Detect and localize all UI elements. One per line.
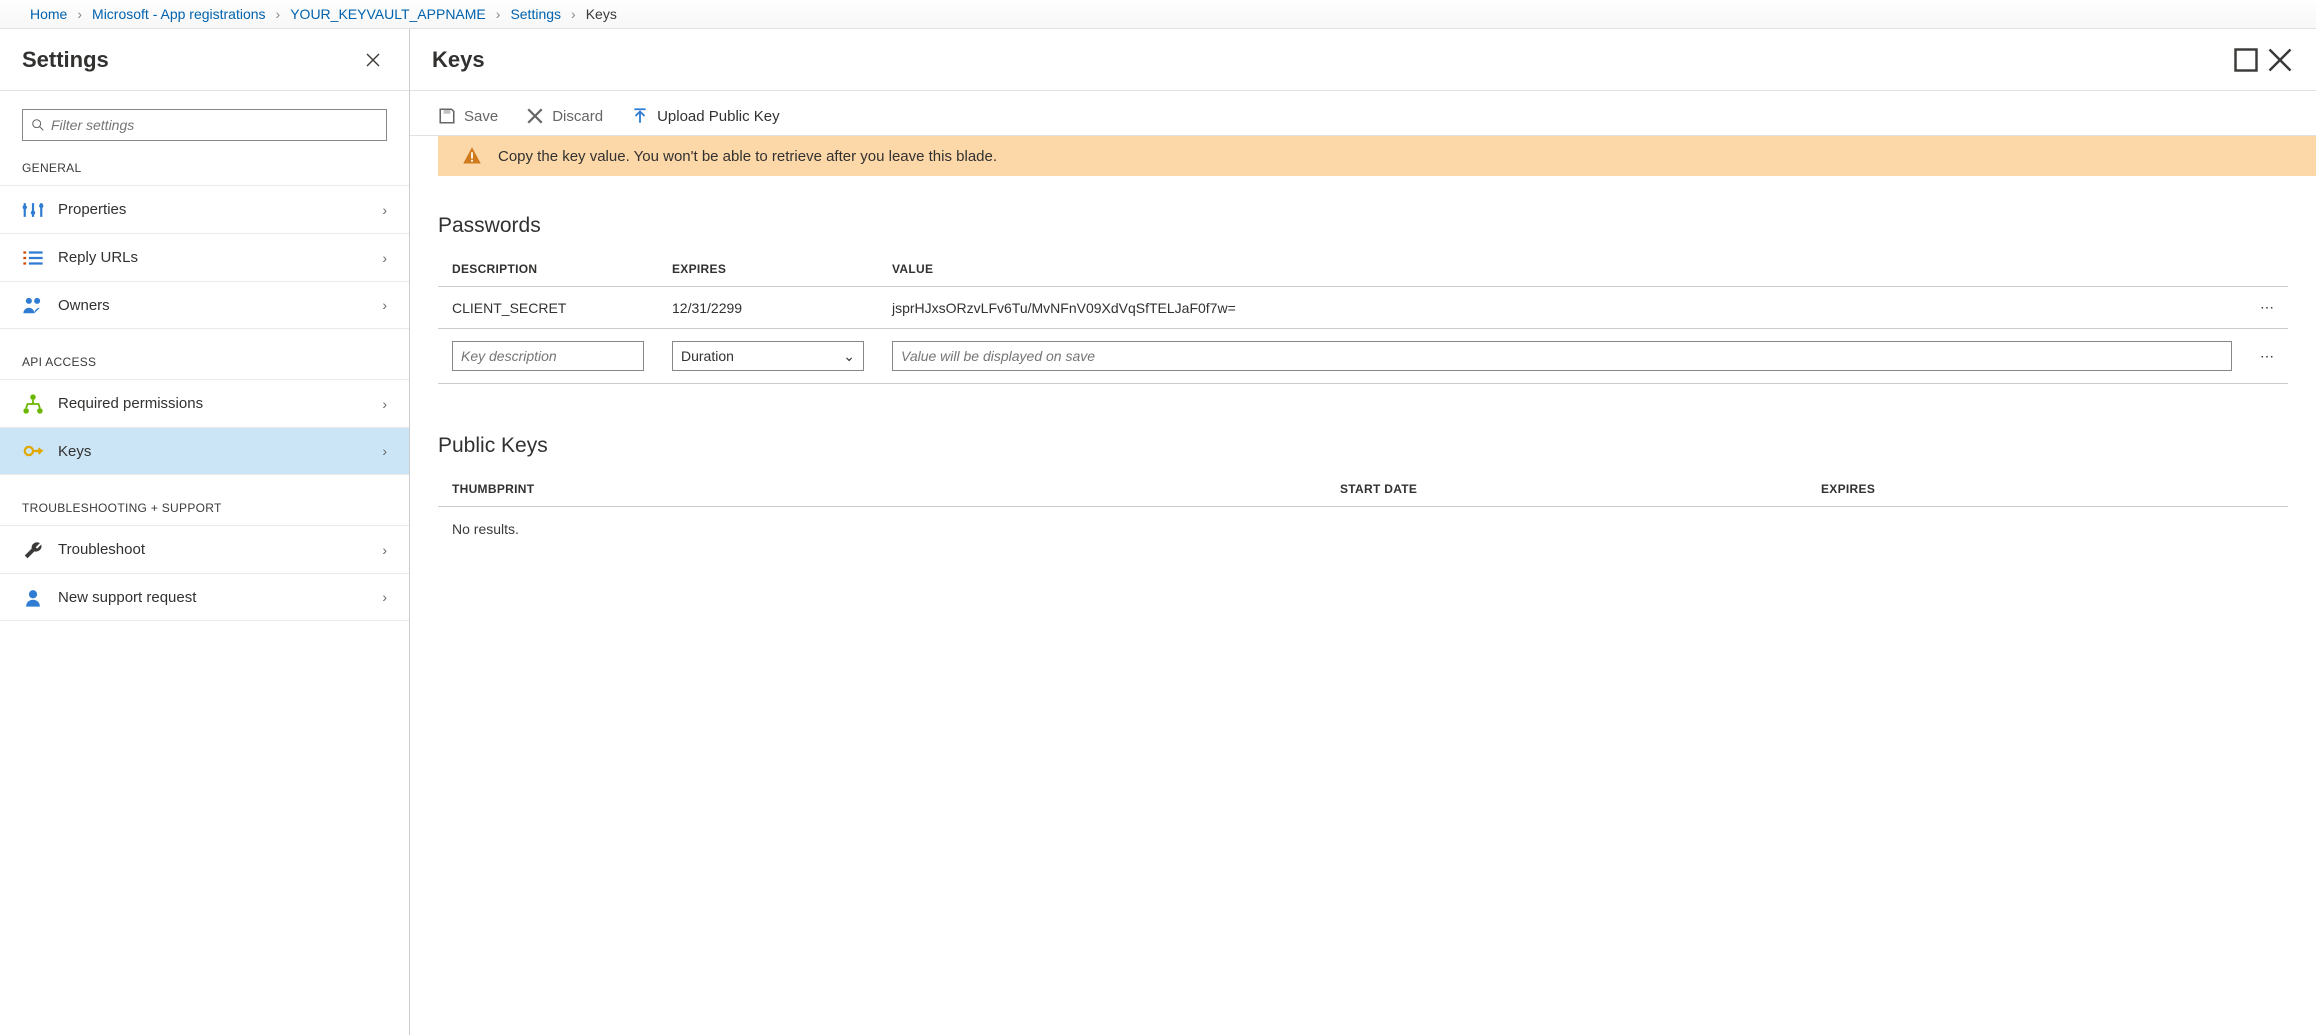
- row-menu-button[interactable]: ⋯: [2246, 329, 2288, 384]
- sliders-icon: [22, 199, 44, 221]
- passwords-table: DESCRIPTION EXPIRES VALUE CLIENT_SECRET …: [438, 252, 2288, 384]
- chevron-right-icon: ›: [382, 443, 387, 459]
- keys-blade: Keys Save Discard Upload Public Key: [410, 29, 2316, 1035]
- breadcrumb-home[interactable]: Home: [30, 6, 67, 22]
- nav-properties[interactable]: Properties ›: [0, 185, 409, 233]
- new-key-duration-select[interactable]: Duration ⌄: [672, 341, 864, 371]
- section-api-access: API ACCESS: [0, 355, 409, 379]
- warning-banner: Copy the key value. You won't be able to…: [438, 136, 2316, 176]
- col-expires: EXPIRES: [1807, 472, 2288, 507]
- ellipsis-icon: ⋯: [2260, 348, 2274, 364]
- chevron-right-icon: ›: [77, 6, 82, 22]
- close-icon[interactable]: [359, 46, 387, 74]
- command-bar: Save Discard Upload Public Key: [410, 91, 2316, 136]
- chevron-right-icon: ›: [276, 6, 281, 22]
- section-general: GENERAL: [0, 161, 409, 185]
- chevron-right-icon: ›: [382, 542, 387, 558]
- search-icon: [31, 118, 45, 132]
- public-keys-table: THUMBPRINT START DATE EXPIRES No results…: [438, 472, 2288, 549]
- nav-properties-label: Properties: [58, 201, 382, 218]
- chevron-right-icon: ›: [496, 6, 501, 22]
- ellipsis-icon: ⋯: [2260, 299, 2274, 315]
- nav-required-permissions-label: Required permissions: [58, 395, 382, 412]
- passwords-new-row: Duration ⌄ ⋯: [438, 329, 2288, 384]
- discard-label: Discard: [552, 108, 603, 125]
- maximize-icon[interactable]: [2232, 46, 2260, 74]
- chevron-right-icon: ›: [382, 297, 387, 313]
- save-button[interactable]: Save: [438, 107, 498, 125]
- discard-button[interactable]: Discard: [526, 107, 603, 125]
- people-icon: [22, 294, 44, 316]
- close-icon[interactable]: [2266, 46, 2294, 74]
- save-icon: [438, 107, 456, 125]
- filter-settings-input[interactable]: [51, 117, 378, 133]
- row-description: CLIENT_SECRET: [438, 287, 658, 329]
- nav-reply-urls[interactable]: Reply URLs ›: [0, 233, 409, 281]
- passwords-heading: Passwords: [438, 214, 2288, 238]
- nav-keys[interactable]: Keys ›: [0, 427, 409, 475]
- nav-new-support-request-label: New support request: [58, 589, 382, 606]
- public-keys-heading: Public Keys: [438, 434, 2288, 458]
- hierarchy-icon: [22, 393, 44, 415]
- col-value: VALUE: [878, 252, 2246, 287]
- breadcrumb-keys: Keys: [586, 6, 617, 22]
- warning-icon: [462, 146, 482, 166]
- breadcrumb-app[interactable]: YOUR_KEYVAULT_APPNAME: [290, 6, 486, 22]
- chevron-right-icon: ›: [382, 396, 387, 412]
- public-keys-no-results: No results.: [438, 507, 2288, 550]
- nav-owners[interactable]: Owners ›: [0, 281, 409, 329]
- chevron-right-icon: ›: [382, 589, 387, 605]
- col-expires: EXPIRES: [658, 252, 878, 287]
- new-key-value-input: [892, 341, 2232, 371]
- nav-required-permissions[interactable]: Required permissions ›: [0, 379, 409, 427]
- key-icon: [22, 440, 44, 462]
- settings-title: Settings: [22, 47, 353, 73]
- nav-keys-label: Keys: [58, 443, 382, 460]
- new-key-description-input[interactable]: [452, 341, 644, 371]
- col-start-date: START DATE: [1326, 472, 1807, 507]
- list-icon: [22, 247, 44, 269]
- warning-text: Copy the key value. You won't be able to…: [498, 148, 997, 165]
- nav-owners-label: Owners: [58, 297, 382, 314]
- breadcrumb-app-registrations[interactable]: Microsoft - App registrations: [92, 6, 266, 22]
- settings-blade: Settings GENERAL Properties ›: [0, 29, 410, 1035]
- keys-title: Keys: [432, 47, 2226, 73]
- upload-label: Upload Public Key: [657, 108, 780, 125]
- nav-reply-urls-label: Reply URLs: [58, 249, 382, 266]
- section-troubleshooting: TROUBLESHOOTING + SUPPORT: [0, 501, 409, 525]
- row-expires: 12/31/2299: [658, 287, 878, 329]
- breadcrumb-settings[interactable]: Settings: [510, 6, 561, 22]
- row-value: jsprHJxsORzvLFv6Tu/MvNFnV09XdVqSfTELJaF0…: [878, 287, 2246, 329]
- upload-public-key-button[interactable]: Upload Public Key: [631, 107, 780, 125]
- filter-settings-wrap[interactable]: [22, 109, 387, 141]
- breadcrumb: Home › Microsoft - App registrations › Y…: [0, 0, 2316, 29]
- row-menu-button[interactable]: ⋯: [2246, 287, 2288, 329]
- passwords-row: CLIENT_SECRET 12/31/2299 jsprHJxsORzvLFv…: [438, 287, 2288, 329]
- chevron-right-icon: ›: [382, 202, 387, 218]
- support-icon: [22, 586, 44, 608]
- save-label: Save: [464, 108, 498, 125]
- col-description: DESCRIPTION: [438, 252, 658, 287]
- chevron-right-icon: ›: [382, 250, 387, 266]
- nav-new-support-request[interactable]: New support request ›: [0, 573, 409, 621]
- wrench-icon: [22, 539, 44, 561]
- discard-icon: [526, 107, 544, 125]
- duration-label: Duration: [681, 348, 734, 364]
- nav-troubleshoot-label: Troubleshoot: [58, 541, 382, 558]
- chevron-down-icon: ⌄: [843, 348, 855, 365]
- chevron-right-icon: ›: [571, 6, 576, 22]
- upload-icon: [631, 107, 649, 125]
- col-thumbprint: THUMBPRINT: [438, 472, 1326, 507]
- nav-troubleshoot[interactable]: Troubleshoot ›: [0, 525, 409, 573]
